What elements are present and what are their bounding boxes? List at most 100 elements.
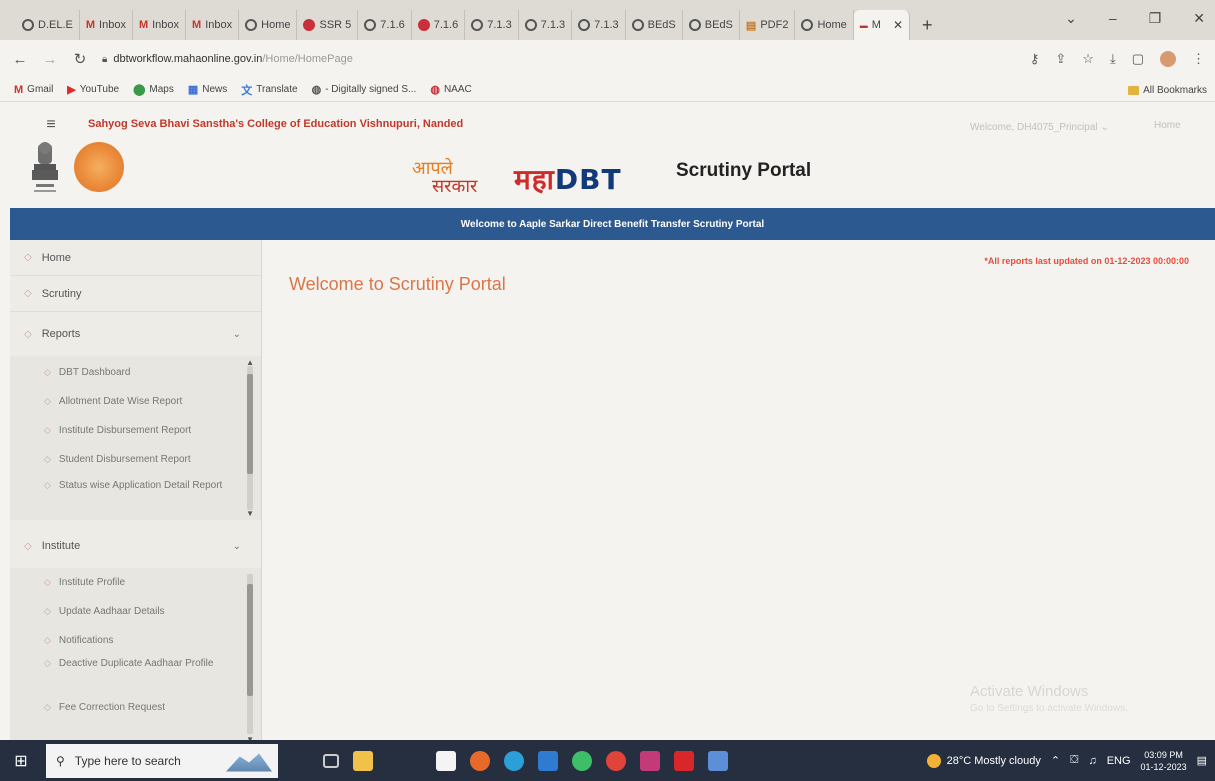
- browser-tab[interactable]: ▤ PDF2: [740, 10, 796, 40]
- page-header: ≡ Sahyog Seva Bhavi Sanstha's College of…: [0, 102, 1215, 208]
- whatsapp-icon[interactable]: [572, 750, 592, 771]
- bookmark-item[interactable]: ◍ NAAC: [430, 83, 471, 96]
- browser-tab[interactable]: 7.1.6: [358, 10, 412, 40]
- submenu-item-allotment-report[interactable]: ◇ Allotment Date Wise Report: [10, 395, 261, 424]
- notification-icon[interactable]: ▤: [1197, 754, 1207, 767]
- task-view-icon[interactable]: [323, 753, 339, 768]
- sidebar-item-home[interactable]: ◇ Home: [10, 240, 261, 276]
- windows-start-icon[interactable]: ⊞: [0, 740, 42, 781]
- mail-icon[interactable]: [538, 750, 558, 771]
- system-tray: 28°C Mostly cloudy ⌃ ⛋ ♫ ENG 03:09 PM 01…: [926, 749, 1215, 773]
- sidebar-item-scrutiny[interactable]: ◇ Scrutiny: [10, 276, 261, 312]
- reports-scrollbar[interactable]: [247, 366, 253, 510]
- national-emblem-icon: [32, 142, 58, 192]
- sidebar-item-label: Institute: [41, 540, 81, 552]
- browser-tab[interactable]: BEdS: [626, 10, 683, 40]
- close-window-icon[interactable]: ✕: [1193, 10, 1205, 27]
- browser-tab[interactable]: 7.1.3: [519, 10, 573, 40]
- scroll-down-icon[interactable]: ▼: [246, 509, 254, 518]
- submenu-item-institute-disbursement[interactable]: ◇ Institute Disbursement Report: [10, 424, 261, 453]
- profile-avatar[interactable]: [1160, 51, 1176, 67]
- scroll-up-icon[interactable]: ▲: [246, 358, 254, 367]
- sidepanel-icon[interactable]: ▢: [1132, 51, 1144, 67]
- bookmark-item[interactable]: ◍ - Digitally signed S...: [312, 83, 417, 96]
- tab-label: Home: [817, 19, 847, 31]
- submenu-item-status-wise-report[interactable]: ◇ Status wise Application Detail Report: [10, 479, 261, 492]
- menu-icon[interactable]: ⋮: [1192, 51, 1205, 67]
- browser-tab[interactable]: BEdS: [683, 10, 740, 40]
- weather-icon: [926, 753, 941, 768]
- taskbar-search[interactable]: ⚲ Type here to search: [46, 743, 278, 778]
- back-icon[interactable]: ←: [12, 51, 28, 68]
- submenu-item-dbt-dashboard[interactable]: ◇ DBT Dashboard: [10, 366, 261, 395]
- browser-tab[interactable]: ▬ M ✕: [853, 10, 911, 40]
- browser-tab[interactable]: M Inbox: [186, 10, 240, 40]
- browser-tab[interactable]: 7.1.3: [572, 10, 626, 40]
- browser-tab[interactable]: SSR 5: [297, 10, 359, 40]
- bookmark-item[interactable]: ⬤ Maps: [133, 83, 174, 96]
- acrobat-icon[interactable]: [674, 750, 694, 771]
- browser-tab[interactable]: M Inbox: [80, 10, 133, 40]
- bookmark-item[interactable]: 文 Translate: [241, 82, 297, 98]
- bullet-icon: ◇: [44, 425, 51, 435]
- globe-icon: [801, 19, 814, 31]
- browser-tab[interactable]: 7.1.6: [412, 10, 466, 40]
- edge-icon[interactable]: [504, 750, 524, 771]
- submenu-item-student-disbursement[interactable]: ◇ Student Disbursement Report: [10, 453, 261, 479]
- bookmark-label: Gmail: [27, 84, 54, 95]
- chevron-up-icon[interactable]: ⌃: [1051, 754, 1060, 767]
- user-menu[interactable]: Welcome, DH4075_Principal ⌄: [970, 122, 1109, 133]
- volume-icon[interactable]: ♫: [1088, 755, 1096, 767]
- scrollbar-thumb[interactable]: [247, 584, 253, 696]
- bullet-icon: ◇: [44, 396, 51, 406]
- browser-tab[interactable]: Home: [795, 10, 854, 40]
- tab-close-icon[interactable]: ✕: [893, 18, 903, 32]
- file-explorer-icon[interactable]: [353, 750, 373, 771]
- language-indicator[interactable]: ENG: [1107, 755, 1131, 767]
- key-icon[interactable]: ⚷: [1030, 51, 1040, 67]
- photo-editor-icon[interactable]: [640, 750, 660, 771]
- bullet-icon: ◇: [44, 658, 51, 668]
- browser-tab[interactable]: Home: [239, 10, 298, 40]
- bullet-icon: ◇: [44, 480, 51, 490]
- weather-widget[interactable]: 28°C Mostly cloudy: [926, 753, 1041, 768]
- reload-icon[interactable]: ↻: [72, 50, 88, 68]
- forward-icon[interactable]: →: [42, 51, 58, 68]
- network-icon[interactable]: ⛋: [1070, 754, 1078, 767]
- maximize-icon[interactable]: ❐: [1149, 10, 1162, 27]
- browser-tab[interactable]: M Inbox: [133, 10, 187, 40]
- institute-scrollbar[interactable]: [247, 574, 253, 734]
- star-icon[interactable]: ☆: [1082, 51, 1094, 67]
- bookmark-item[interactable]: M Gmail: [14, 84, 53, 96]
- submenu-item-deactive-duplicate[interactable]: ◇ Deactive Duplicate Aadhaar Profile: [10, 657, 261, 701]
- clock[interactable]: 03:09 PM 01-12-2023: [1141, 749, 1187, 773]
- new-tab-button[interactable]: +: [910, 10, 945, 40]
- bookmark-item[interactable]: ▦ News: [188, 83, 227, 96]
- sidebar-group-reports[interactable]: ◇ Reports ⌄: [10, 312, 261, 356]
- firefox-icon[interactable]: [470, 750, 490, 771]
- sidebar-group-institute[interactable]: ◇ Institute ⌄: [10, 524, 261, 568]
- submenu-item-update-aadhaar[interactable]: ◇ Update Aadhaar Details: [10, 605, 261, 634]
- scrollbar-thumb[interactable]: [247, 374, 253, 474]
- chrome-icon[interactable]: [606, 750, 626, 771]
- chevron-down-icon: ⌄: [232, 540, 241, 552]
- submenu-item-fee-correction[interactable]: ◇ Fee Correction Request: [10, 701, 261, 714]
- photos-icon[interactable]: [708, 750, 728, 771]
- browser-tab[interactable]: D.EL.E: [16, 10, 80, 40]
- tab-search-icon[interactable]: ⌄: [1065, 10, 1077, 27]
- share-icon[interactable]: ⇪: [1055, 51, 1066, 67]
- home-link[interactable]: Home: [1154, 120, 1181, 131]
- submenu-item-notifications[interactable]: ◇ Notifications: [10, 634, 261, 657]
- store-icon[interactable]: [436, 750, 456, 771]
- url-field[interactable]: 🔒︎ dbtworkflow.mahaonline.gov.in/Home/Ho…: [102, 53, 353, 65]
- hamburger-icon[interactable]: ≡: [36, 116, 66, 134]
- submenu-item-label: Notifications: [58, 635, 114, 646]
- bookmark-item[interactable]: ▶ YouTube: [67, 83, 119, 96]
- minimize-icon[interactable]: –: [1109, 10, 1117, 26]
- submenu-item-institute-profile[interactable]: ◇ Institute Profile: [10, 576, 261, 605]
- bullet-icon: ◇: [24, 252, 32, 263]
- all-bookmarks-button[interactable]: All Bookmarks: [1128, 78, 1207, 102]
- browser-tab[interactable]: 7.1.3: [465, 10, 519, 40]
- download-icon[interactable]: ⤓: [1110, 51, 1116, 67]
- bookmarks-bar: M Gmail ▶ YouTube ⬤ Maps ▦ News 文 Translate ◍ - Dig…: [0, 78, 1215, 102]
